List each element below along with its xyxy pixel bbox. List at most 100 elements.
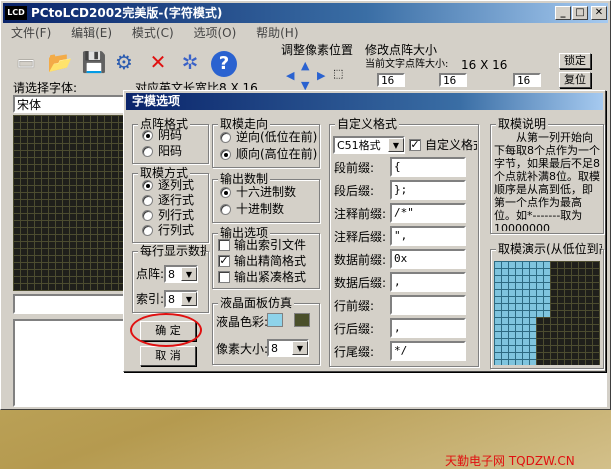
- data-prefix-field[interactable]: 0x: [390, 249, 466, 269]
- radio-scan-colrow[interactable]: [142, 210, 153, 221]
- crop-icon[interactable]: ⬚: [333, 67, 343, 80]
- line-end-field[interactable]: */: [390, 341, 466, 361]
- radio-scan-column-label: 逐列式: [158, 178, 195, 192]
- radio-decimal-label: 十进制数: [236, 202, 285, 216]
- lcd-on-color-swatch[interactable]: [267, 313, 283, 327]
- font-value: 宋体: [13, 95, 126, 113]
- cancel-button[interactable]: 取 消: [140, 346, 196, 366]
- seg-suffix-label: 段后缀:: [334, 184, 375, 198]
- data-prefix-label: 数据前缀:: [334, 253, 387, 267]
- open-folder-icon[interactable]: 📂: [45, 45, 75, 77]
- radio-reverse[interactable]: [220, 132, 231, 143]
- check-index-file[interactable]: [218, 239, 230, 251]
- pixel-stepper[interactable]: 16: [513, 73, 541, 87]
- lcd-color-label: 液晶色彩:: [216, 315, 269, 329]
- window-title: PCtoLCD2002完美版-(字符模式): [31, 6, 223, 20]
- demo-highlight-column: [494, 261, 536, 365]
- height-stepper[interactable]: 16: [439, 73, 467, 87]
- radio-forward-label: 顺向(高位在前): [236, 147, 318, 161]
- line-end-label: 行尾缀:: [334, 345, 375, 359]
- save-disk-icon[interactable]: 💾: [79, 45, 109, 77]
- current-size-value: 16 X 16: [461, 58, 508, 72]
- radio-hex[interactable]: [220, 187, 231, 198]
- chevron-down-icon[interactable]: ▼: [181, 267, 197, 281]
- line-suffix-field[interactable]: ,: [390, 318, 466, 338]
- radio-scan-column[interactable]: [142, 180, 153, 191]
- line-prefix-label: 行前缀:: [334, 299, 375, 313]
- seg-suffix-field[interactable]: };: [390, 180, 466, 200]
- explain-label: 取模说明: [496, 117, 549, 131]
- menu-options[interactable]: 选项(O): [185, 24, 244, 42]
- move-left-icon[interactable]: ◀: [286, 69, 294, 82]
- data-suffix-field[interactable]: ,: [390, 272, 466, 292]
- radio-positive[interactable]: [142, 146, 153, 157]
- chevron-down-icon[interactable]: ▼: [388, 138, 404, 152]
- radio-negative-label: 阴码: [158, 128, 183, 142]
- radio-scan-rowcol[interactable]: [142, 225, 153, 236]
- custom-format-check-label: 自定义格式: [425, 138, 477, 152]
- format-select[interactable]: C51格式 ▼: [333, 136, 405, 154]
- chevron-down-icon[interactable]: ▼: [181, 292, 197, 306]
- index-per-line-label: 索引:: [136, 292, 165, 306]
- menu-help[interactable]: 帮助(H): [248, 24, 306, 42]
- settings-gear-icon[interactable]: ✲: [175, 45, 205, 77]
- check-tight-format[interactable]: [218, 271, 230, 283]
- menu-mode[interactable]: 模式(C): [124, 24, 182, 42]
- text-input[interactable]: [13, 294, 126, 314]
- radio-negative[interactable]: [142, 130, 153, 141]
- radio-decimal[interactable]: [220, 204, 231, 215]
- toolbar: ▭ 📂 💾 ⚙ ✕ ✲ ?: [5, 43, 275, 79]
- dot-per-line-select[interactable]: 8 ▼: [164, 265, 198, 283]
- comment-prefix-field[interactable]: /*": [390, 203, 466, 223]
- close-button[interactable]: ✕: [591, 6, 607, 20]
- new-file-icon[interactable]: ▭: [11, 45, 41, 77]
- delete-icon[interactable]: ✕: [143, 45, 173, 77]
- radio-scan-colrow-label: 列行式: [158, 208, 195, 222]
- custom-format-checkbox[interactable]: ✓: [409, 139, 421, 151]
- check-index-file-label: 输出索引文件: [234, 238, 307, 252]
- seg-prefix-label: 段前缀:: [334, 161, 375, 175]
- explain-text: 从第一列开始向下每取8个点作为一个字节，如果最后不足8个点就补满8位。取模顺序是…: [494, 131, 600, 231]
- demo-highlight-partial: [536, 261, 550, 317]
- minimize-button[interactable]: _: [555, 6, 571, 20]
- radio-scan-row[interactable]: [142, 195, 153, 206]
- menu-file[interactable]: 文件(F): [3, 24, 59, 42]
- font-options-dialog: 字模选项 点阵格式 阴码 阳码 取模方式 逐列式 逐行式 列行式 行列式 每行显…: [123, 90, 606, 372]
- check-compact-format[interactable]: ✓: [218, 255, 230, 267]
- move-up-icon[interactable]: ▲: [301, 59, 309, 72]
- maximize-button[interactable]: □: [572, 6, 588, 20]
- check-tight-format-label: 输出紧凑格式: [234, 270, 307, 284]
- check-compact-format-label: 输出精简格式: [234, 254, 307, 268]
- pixel-size-label: 像素大小:: [216, 342, 269, 356]
- radio-forward[interactable]: [220, 149, 231, 160]
- line-suffix-label: 行后缀:: [334, 322, 375, 336]
- move-right-icon[interactable]: ▶: [317, 69, 325, 82]
- comment-suffix-label: 注释后缀:: [334, 230, 387, 244]
- lcd-off-color-swatch[interactable]: [294, 313, 310, 327]
- index-per-line-select[interactable]: 8 ▼: [164, 290, 198, 308]
- font-select-label: 请选择字体:: [13, 81, 78, 95]
- seg-prefix-field[interactable]: {: [390, 157, 466, 177]
- help-icon[interactable]: ?: [209, 45, 239, 77]
- reset-button[interactable]: 复位: [559, 72, 591, 88]
- pixel-size-select[interactable]: 8 ▼: [267, 339, 309, 357]
- demo-preview-grid: [494, 261, 600, 365]
- radio-positive-label: 阳码: [158, 144, 183, 158]
- direction-label: 取模走向: [218, 117, 271, 131]
- menu-edit[interactable]: 编辑(E): [63, 24, 120, 42]
- modify-size-label: 修改点阵大小: [365, 43, 438, 57]
- font-preview-grid[interactable]: [13, 115, 126, 291]
- chevron-down-icon[interactable]: ▼: [292, 341, 308, 355]
- demo-label: 取模演示(从低位到高位): [496, 242, 602, 256]
- size-steppers: 16 16 16: [363, 73, 553, 89]
- font-dropdown[interactable]: 宋体: [13, 95, 126, 113]
- generate-icon[interactable]: ⚙: [109, 45, 139, 77]
- width-stepper[interactable]: 16: [377, 73, 405, 87]
- line-prefix-field[interactable]: [390, 295, 466, 315]
- radio-hex-label: 十六进制数: [236, 185, 297, 199]
- comment-suffix-field[interactable]: ",: [390, 226, 466, 246]
- lcd-app-icon: LCD: [5, 6, 27, 20]
- lcd-sim-label: 液晶面板仿真: [218, 296, 295, 310]
- radio-scan-row-label: 逐行式: [158, 193, 195, 207]
- lock-button[interactable]: 锁定: [559, 53, 591, 69]
